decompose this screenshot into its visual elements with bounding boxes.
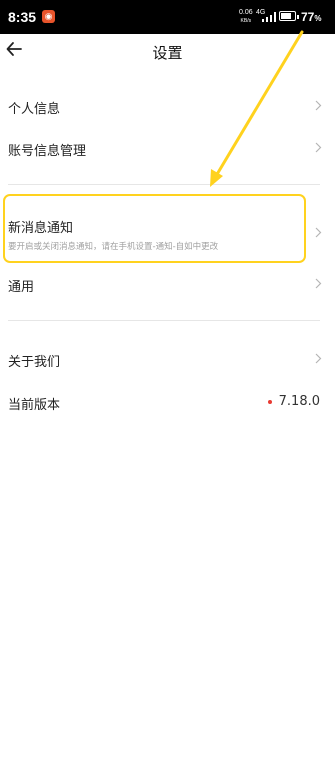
settings-item-personal-info[interactable]: 个人信息 [0,87,335,127]
nav-bar: 设置 [0,34,335,68]
settings-item-label: 关于我们 [8,355,61,370]
chevron-right-icon [315,142,322,153]
settings-item-current-version[interactable]: 当前版本 7.18.0 [0,383,335,423]
settings-item-label: 通用 [8,280,35,295]
status-time: 8:35 [8,9,37,25]
settings-item-label: 当前版本 [8,398,61,413]
settings-item-account-management[interactable]: 账号信息管理 [0,129,335,169]
settings-item-label: 账号信息管理 [8,144,87,159]
update-dot-badge [268,400,272,404]
page-title: 设置 [152,44,183,62]
battery-icon [279,11,299,21]
section-divider [8,184,320,185]
version-value: 7.18.0 [278,394,320,409]
status-bar: 8:35 ◉ 0.06 KB/s 4G 77% [0,0,335,34]
network-speed: 0.06 KB/s [239,9,253,25]
chevron-right-icon [315,100,322,111]
settings-item-general[interactable]: 通用 [0,265,335,305]
battery-percent: 77% [301,10,322,24]
signal-icon [262,12,278,22]
annotation-highlight-box [3,194,306,263]
chevron-right-icon [315,353,322,364]
settings-item-label: 个人信息 [8,102,61,117]
network-speed-unit: KB/s [240,18,252,24]
notification-app-icon: ◉ [42,10,55,23]
settings-item-about-us[interactable]: 关于我们 [0,340,335,380]
chevron-right-icon [315,227,322,238]
chevron-right-icon [315,278,322,289]
section-divider [8,320,320,321]
network-speed-value: 0.06 [239,9,253,16]
